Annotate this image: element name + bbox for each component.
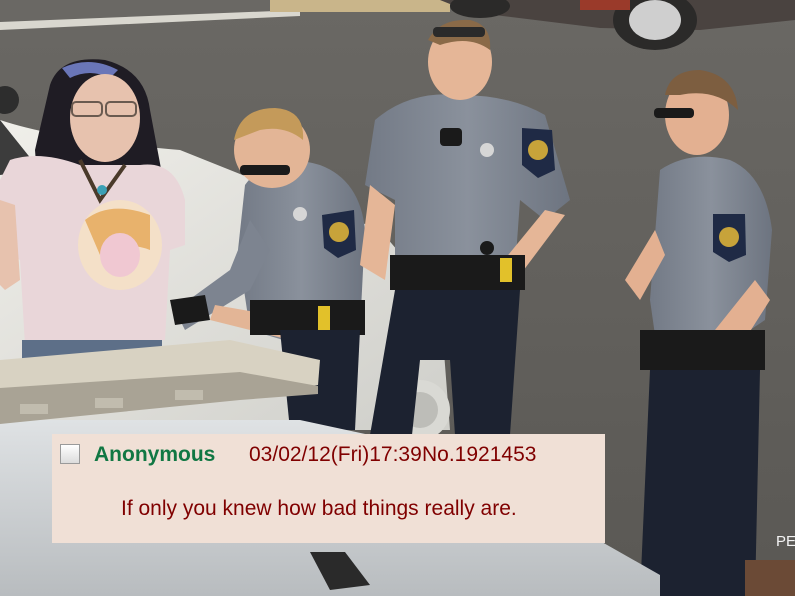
curb bbox=[270, 0, 450, 12]
post-checkbox[interactable] bbox=[60, 444, 80, 464]
post-datetime: 03/02/12(Fri)17:39 bbox=[249, 443, 422, 466]
post-number[interactable]: No.1921453 bbox=[422, 443, 536, 467]
mulch bbox=[745, 560, 795, 596]
watermark: PE bbox=[776, 533, 795, 550]
post-caption: Anonymous 03/02/12(Fri)17:39 No.1921453 … bbox=[52, 434, 605, 543]
post-message: If only you knew how bad things really a… bbox=[121, 497, 517, 520]
poster-name: Anonymous bbox=[94, 443, 216, 466]
meme-image: Anonymous 03/02/12(Fri)17:39 No.1921453 … bbox=[0, 0, 795, 596]
